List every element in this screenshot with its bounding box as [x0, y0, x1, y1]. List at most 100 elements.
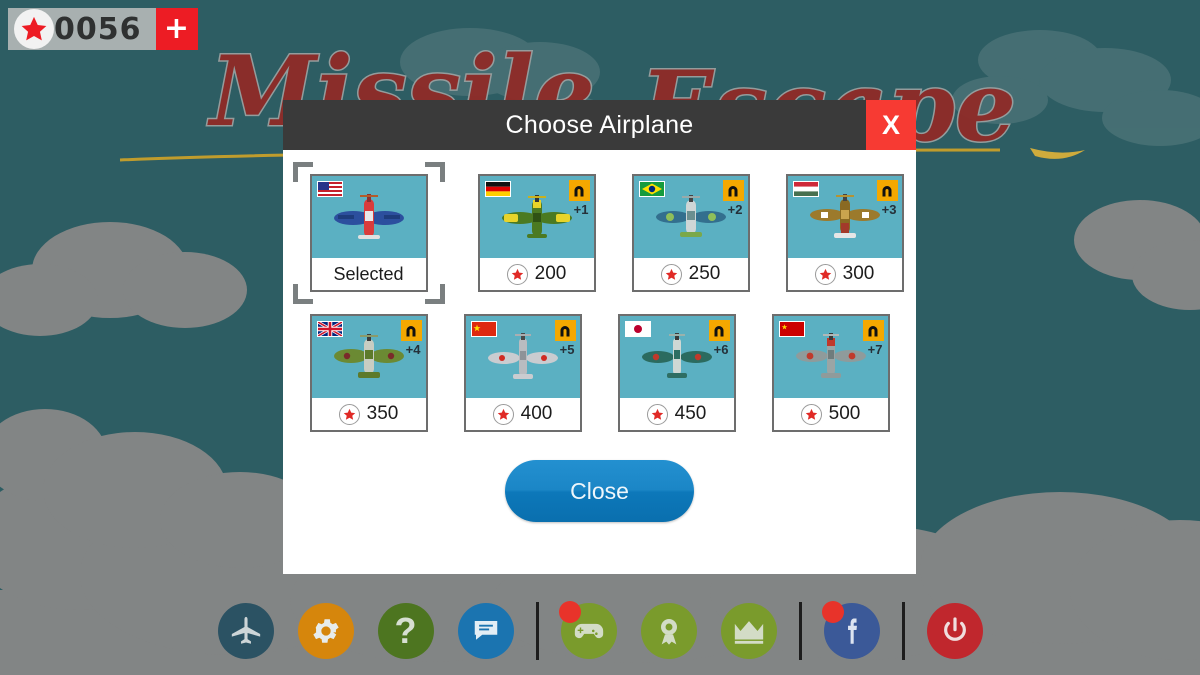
toolbar-separator — [535, 602, 539, 660]
toolbar-separator — [901, 602, 905, 660]
airplane-grid-row-2: +4 350 +5 400 +6 450 +7 500 — [283, 314, 916, 432]
star-icon — [338, 403, 360, 425]
notification-badge — [821, 601, 844, 623]
magnet-icon — [862, 320, 884, 341]
magnet-icon — [400, 320, 422, 341]
airplane-card-jp[interactable]: +6 450 — [613, 314, 741, 432]
magnet-bonus-label: +7 — [867, 342, 883, 357]
airplane-card-body[interactable]: +3 300 — [785, 174, 904, 292]
airplane-price: 500 — [828, 403, 861, 424]
dialog-title: Choose Airplane — [505, 110, 694, 139]
magnet-icon — [876, 180, 898, 201]
airplane-card-body[interactable]: +6 450 — [617, 314, 736, 432]
airplane-card-footer: 200 — [479, 258, 594, 290]
toolbar-item-airplane[interactable] — [217, 603, 274, 659]
airplane-card-footer: Selected — [311, 258, 426, 290]
airplane-preview: +4 — [311, 316, 426, 398]
airplane-price: 200 — [534, 263, 567, 284]
airplane-preview: +5 — [465, 316, 580, 398]
star-icon — [660, 263, 682, 285]
power-icon[interactable] — [926, 603, 983, 659]
selection-bracket-bottom-right — [424, 284, 445, 304]
airplane-icon[interactable] — [217, 603, 274, 659]
ribbon-icon[interactable] — [640, 603, 697, 659]
star-icon — [800, 403, 822, 425]
airplane-card-de[interactable]: +1 200 — [473, 174, 601, 292]
airplane-grid-row-1: Selected +1 200 +2 250 +3 300 — [283, 162, 916, 304]
toolbar-item-help[interactable]: ? — [377, 603, 434, 659]
airplane-card-footer: 300 — [787, 258, 902, 290]
airplane-price: 400 — [520, 403, 553, 424]
toolbar-separator — [798, 602, 802, 660]
airplane-card-body[interactable]: +4 350 — [309, 314, 428, 432]
airplane-card-gb[interactable]: +4 350 — [305, 314, 433, 432]
notification-badge — [558, 601, 581, 623]
choose-airplane-dialog: Choose Airplane X Selected +1 200 +2 250… — [283, 100, 916, 574]
airplane-price: 450 — [674, 403, 707, 424]
toolbar-item-achievements[interactable] — [640, 603, 697, 659]
toolbar-item-exit[interactable] — [926, 603, 983, 659]
magnet-bonus-label: +2 — [727, 202, 743, 217]
dialog-body: Selected +1 200 +2 250 +3 300 +4 350 +5 … — [283, 150, 916, 574]
magnet-icon — [568, 180, 590, 201]
airplane-sprite-gb — [333, 333, 404, 378]
toolbar-item-games[interactable] — [558, 601, 617, 659]
chat-icon[interactable] — [457, 603, 514, 659]
airplane-sprite-jp — [641, 332, 712, 378]
add-stars-button[interactable]: + — [155, 8, 198, 50]
airplane-sprite-br — [655, 194, 726, 237]
airplane-card-footer: 500 — [773, 398, 888, 430]
airplane-price: 250 — [688, 263, 721, 284]
airplane-preview: +3 — [787, 176, 902, 258]
star-count-value: 0056 — [54, 11, 142, 47]
airplane-sprite-su — [795, 332, 866, 378]
dialog-header: Choose Airplane X — [283, 100, 916, 150]
star-counter: 0056 + — [8, 8, 198, 50]
toolbar-item-settings[interactable] — [297, 603, 354, 659]
crown-icon[interactable] — [720, 603, 777, 659]
toolbar-item-facebook[interactable] — [821, 601, 880, 659]
toolbar-item-chat[interactable] — [457, 603, 514, 659]
airplane-card-us[interactable]: Selected — [292, 162, 445, 304]
airplane-sprite-us — [333, 193, 404, 239]
question-icon[interactable]: ? — [377, 603, 434, 659]
airplane-sprite-de — [501, 194, 572, 238]
airplane-card-footer: 400 — [465, 398, 580, 430]
airplane-card-body[interactable]: +2 250 — [631, 174, 750, 292]
airplane-card-footer: 450 — [619, 398, 734, 430]
airplane-card-body[interactable]: Selected — [309, 174, 428, 292]
gear-icon[interactable] — [297, 603, 354, 659]
airplane-preview: +2 — [633, 176, 748, 258]
airplane-card-footer: 350 — [311, 398, 426, 430]
airplane-preview: +1 — [479, 176, 594, 258]
selected-label: Selected — [333, 263, 404, 284]
airplane-preview: +6 — [619, 316, 734, 398]
close-button[interactable]: Close — [505, 460, 694, 522]
airplane-card-body[interactable]: +1 200 — [477, 174, 596, 292]
airplane-card-br[interactable]: +2 250 — [627, 174, 755, 292]
airplane-card-body[interactable]: +7 500 — [771, 314, 890, 432]
airplane-card-hu[interactable]: +3 300 — [781, 174, 909, 292]
toolbar-item-leaderboard[interactable] — [720, 603, 777, 659]
airplane-card-body[interactable]: +5 400 — [463, 314, 582, 432]
airplane-card-su[interactable]: +7 500 — [767, 314, 895, 432]
selection-bracket-bottom-left — [292, 284, 313, 304]
magnet-bonus-label: +5 — [559, 342, 575, 357]
airplane-card-footer: 250 — [633, 258, 748, 290]
airplane-price: 300 — [842, 263, 875, 284]
star-icon — [506, 263, 528, 285]
star-glyph — [21, 16, 47, 41]
star-icon — [814, 263, 836, 285]
close-icon[interactable]: X — [866, 100, 916, 150]
airplane-sprite-cn — [487, 332, 558, 379]
magnet-bonus-label: +4 — [405, 342, 421, 357]
magnet-bonus-label: +6 — [713, 342, 729, 357]
airplane-card-cn[interactable]: +5 400 — [459, 314, 587, 432]
star-icon — [492, 403, 514, 425]
star-icon — [646, 403, 668, 425]
magnet-icon — [708, 320, 730, 341]
airplane-sprite-hu — [809, 193, 880, 238]
bottom-toolbar: ? — [0, 587, 1200, 675]
magnet-bonus-label: +1 — [573, 202, 589, 217]
airplane-preview — [311, 176, 426, 258]
